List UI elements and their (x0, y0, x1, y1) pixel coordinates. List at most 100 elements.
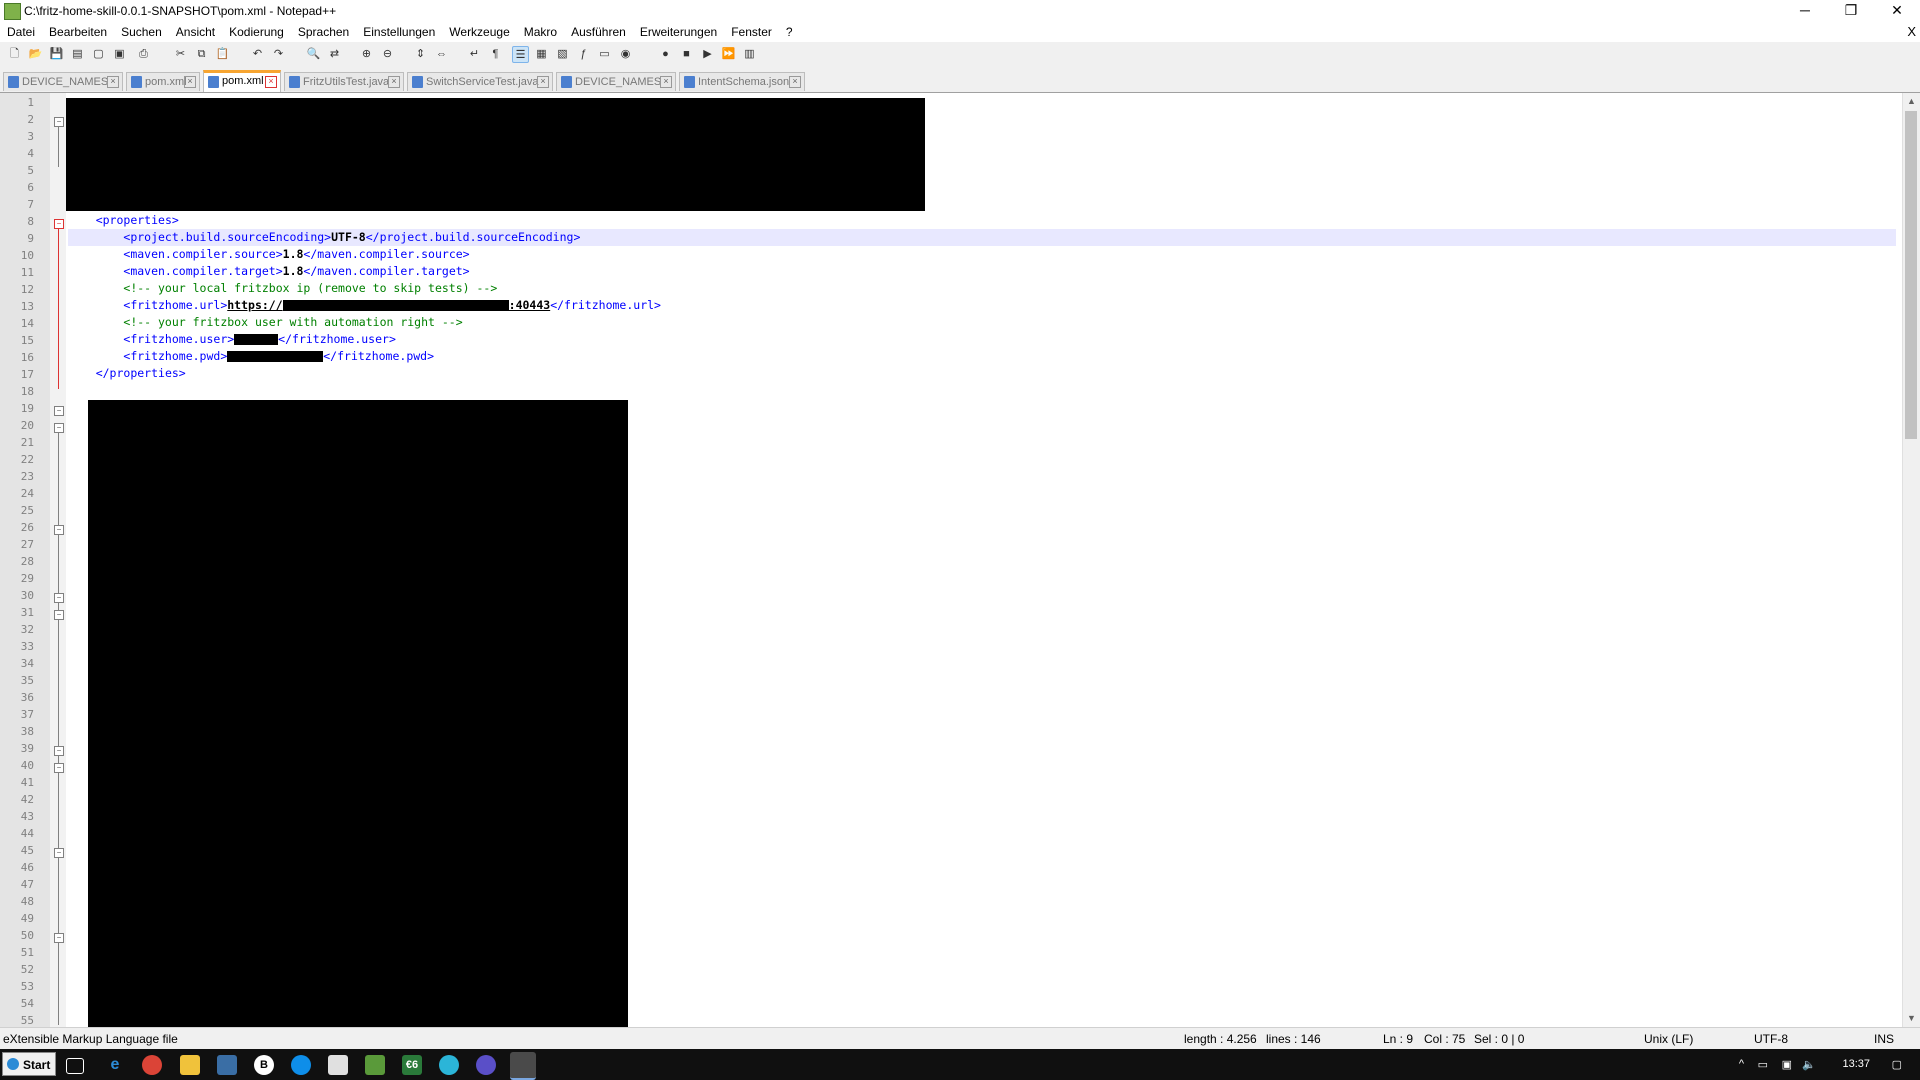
fold-toggle-icon[interactable]: − (54, 848, 64, 858)
status-encoding[interactable]: UTF-8 (1754, 1032, 1788, 1046)
editor-area[interactable]: 1 2 3 4 5 6 7 8 9 10 11 12 13 14 15 16 17 18 19 20 21 22 23 24 2… (0, 93, 1920, 1027)
tab-device-names-2[interactable]: DEVICE_NAMES × (556, 72, 676, 91)
menu-einstellungen[interactable]: Einstellungen (356, 22, 442, 42)
indent-guide-icon[interactable]: ☰ (512, 46, 529, 63)
fold-toggle-icon[interactable]: − (54, 763, 64, 773)
tab-close-icon[interactable]: × (265, 76, 277, 88)
menu-werkzeuge[interactable]: Werkzeuge (442, 22, 516, 42)
menu-fenster[interactable]: Fenster (724, 22, 779, 42)
tab-fritzutilstest-java[interactable]: FritzUtilsTest.java × (284, 72, 404, 91)
chrome-icon[interactable] (142, 1055, 162, 1075)
menu-erweiterungen[interactable]: Erweiterungen (633, 22, 724, 42)
save-macro-icon[interactable]: ▥ (741, 46, 758, 63)
fold-toggle-icon[interactable]: − (54, 593, 64, 603)
save-all-icon[interactable]: ▤ (69, 46, 86, 63)
euro-app-icon[interactable]: €6 (402, 1055, 422, 1075)
find-icon[interactable]: 🔍 (305, 46, 322, 63)
word-wrap-icon[interactable]: ↵ (466, 46, 483, 63)
redo-icon[interactable]: ↷ (270, 46, 287, 63)
file-explorer-icon[interactable] (180, 1055, 200, 1075)
maximize-button[interactable]: ❐ (1828, 0, 1874, 22)
stop-record-icon[interactable]: ■ (678, 46, 695, 63)
edge-icon[interactable]: e (105, 1055, 125, 1075)
menu-help[interactable]: ? (779, 22, 800, 42)
fold-toggle-icon[interactable]: − (54, 423, 64, 433)
search-app-icon[interactable] (439, 1055, 459, 1075)
menu-ausfuehren[interactable]: Ausführen (564, 22, 633, 42)
menu-makro[interactable]: Makro (517, 22, 564, 42)
tab-close-icon[interactable]: × (388, 76, 400, 88)
url-link[interactable]: https:// (227, 298, 282, 312)
close-document-button[interactable]: X (1907, 24, 1916, 39)
save-icon[interactable]: 💾 (48, 46, 65, 63)
status-insert-mode[interactable]: INS (1874, 1032, 1894, 1046)
minimize-button[interactable]: ─ (1782, 0, 1828, 22)
zoom-in-icon[interactable]: ⊕ (358, 46, 375, 63)
tab-close-icon[interactable]: × (184, 76, 196, 88)
fold-toggle-icon[interactable]: − (54, 117, 64, 127)
menu-datei[interactable]: Datei (0, 22, 42, 42)
tray-volume-icon[interactable]: 🔈 (1802, 1058, 1816, 1071)
scroll-down-icon[interactable]: ▼ (1903, 1010, 1920, 1027)
fold-toggle-icon[interactable]: − (54, 406, 64, 416)
tab-pom-xml-active[interactable]: pom.xml × (203, 70, 281, 92)
tray-expand-icon[interactable]: ^ (1739, 1058, 1744, 1070)
user-defined-language-icon[interactable]: ▦ (533, 46, 550, 63)
fold-toggle-icon[interactable]: − (54, 525, 64, 535)
sync-vertical-icon[interactable]: ⇕ (412, 46, 429, 63)
teamviewer-icon[interactable] (291, 1055, 311, 1075)
tab-switchservicetest-java[interactable]: SwitchServiceTest.java × (407, 72, 553, 91)
close-all-icon[interactable]: ▣ (111, 46, 128, 63)
tab-close-icon[interactable]: × (660, 76, 672, 88)
folder-as-workspace-icon[interactable]: ▭ (596, 46, 613, 63)
vertical-scrollbar[interactable]: ▲ ▼ (1902, 93, 1920, 1027)
tab-close-icon[interactable]: × (537, 76, 549, 88)
notification-icon[interactable]: ▢ (1892, 1058, 1902, 1071)
fold-toggle-icon[interactable]: − (54, 746, 64, 756)
network-app-icon[interactable] (217, 1055, 237, 1075)
zoom-out-icon[interactable]: ⊖ (379, 46, 396, 63)
tab-close-icon[interactable]: × (107, 76, 119, 88)
tab-intentschema-json[interactable]: IntentSchema.json × (679, 72, 805, 91)
run-macro-multiple-icon[interactable]: ⏩ (720, 46, 737, 63)
start-button[interactable]: Start (2, 1052, 56, 1076)
menu-ansicht[interactable]: Ansicht (169, 22, 222, 42)
b-app-icon[interactable]: B (254, 1055, 274, 1075)
scroll-up-icon[interactable]: ▲ (1903, 93, 1920, 110)
print-icon[interactable]: ⎙ (135, 46, 152, 63)
url-link[interactable]: :40443 (509, 298, 551, 312)
copy-icon[interactable]: ⧉ (193, 46, 210, 63)
monitoring-icon[interactable]: ◉ (617, 46, 634, 63)
undo-icon[interactable]: ↶ (249, 46, 266, 63)
show-all-chars-icon[interactable]: ¶ (487, 46, 504, 63)
menu-bearbeiten[interactable]: Bearbeiten (42, 22, 114, 42)
firefox-app-icon[interactable] (476, 1055, 496, 1075)
tab-device-names-1[interactable]: DEVICE_NAMES × (3, 72, 123, 91)
menu-suchen[interactable]: Suchen (114, 22, 169, 42)
tray-network-icon[interactable]: ▭ (1758, 1058, 1768, 1071)
notepad-plus-plus-taskbar-icon[interactable] (510, 1052, 536, 1080)
tab-close-icon[interactable]: × (789, 76, 801, 88)
cut-icon[interactable]: ✂ (172, 46, 189, 63)
doc-map-icon[interactable]: ▧ (554, 46, 571, 63)
tray-monitor-icon[interactable]: ▣ (1782, 1058, 1792, 1071)
fold-toggle-icon[interactable]: − (54, 610, 64, 620)
tab-pom-xml-1[interactable]: pom.xml × (126, 72, 200, 91)
tray-clock[interactable]: 13:37 (1842, 1058, 1870, 1070)
function-list-icon[interactable]: ƒ (575, 46, 592, 63)
app-icon[interactable] (365, 1055, 385, 1075)
close-button[interactable]: ✕ (1874, 0, 1920, 22)
status-eol-format[interactable]: Unix (LF) (1644, 1032, 1693, 1046)
close-icon[interactable]: ▢ (90, 46, 107, 63)
open-file-icon[interactable]: 📂 (27, 46, 44, 63)
menu-sprachen[interactable]: Sprachen (291, 22, 356, 42)
record-macro-icon[interactable]: ● (657, 46, 674, 63)
menu-kodierung[interactable]: Kodierung (222, 22, 291, 42)
new-file-icon[interactable]: 🗋 (6, 46, 23, 63)
calculator-icon[interactable] (328, 1055, 348, 1075)
fold-toggle-icon[interactable]: − (54, 219, 64, 229)
playback-macro-icon[interactable]: ▶ (699, 46, 716, 63)
paste-icon[interactable]: 📋 (214, 46, 231, 63)
fold-toggle-icon[interactable]: − (54, 933, 64, 943)
scroll-thumb[interactable] (1905, 111, 1917, 439)
